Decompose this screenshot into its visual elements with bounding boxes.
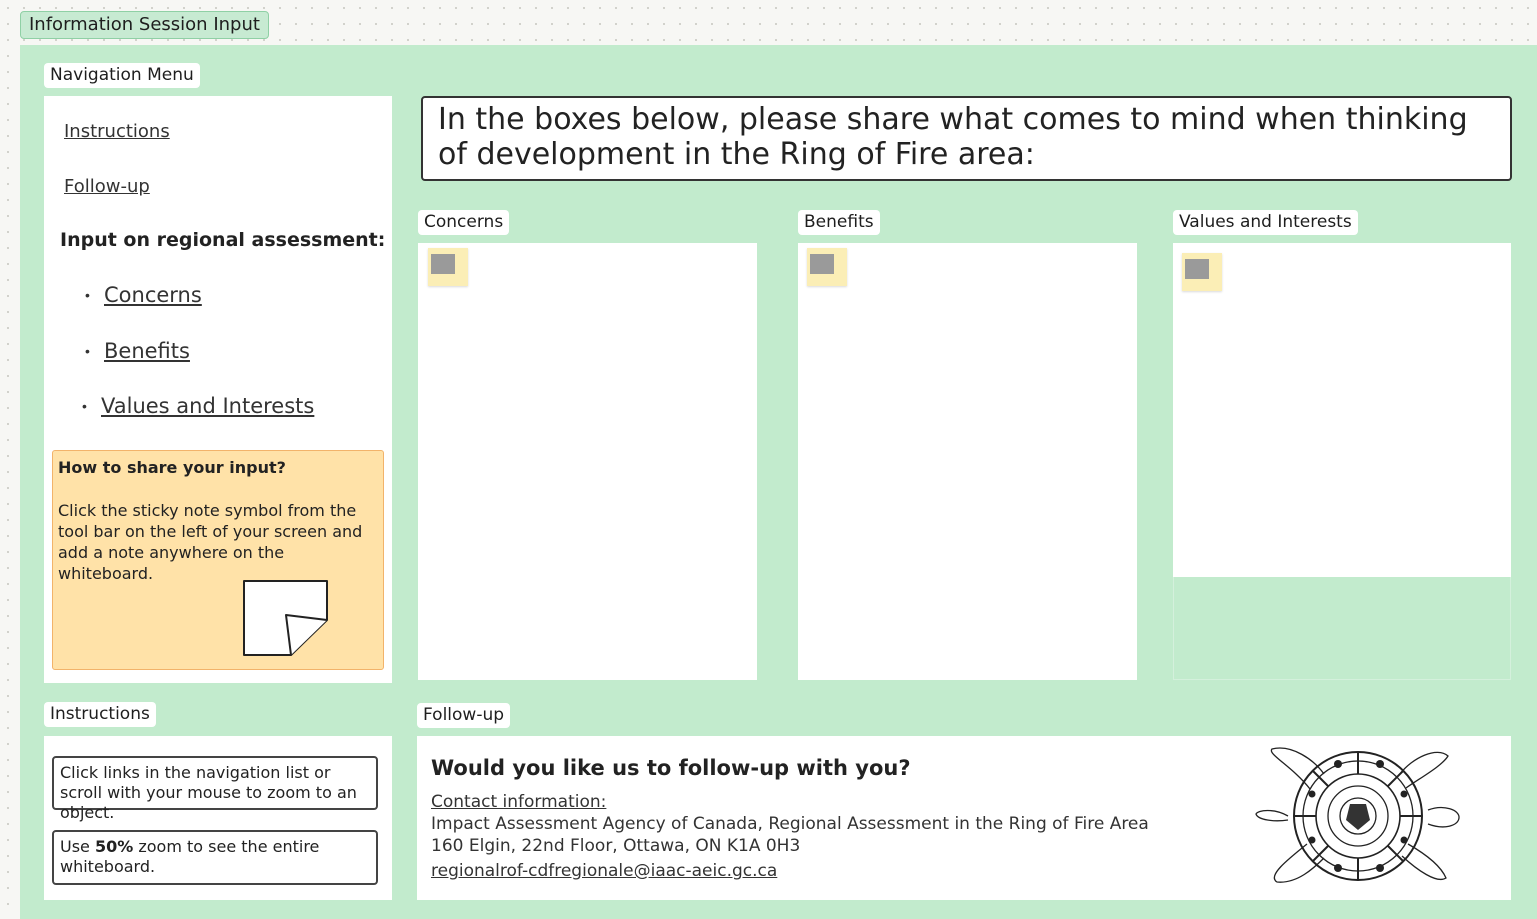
sticky-note-icon xyxy=(243,580,328,656)
contact-email-link[interactable]: regionalrof-cdfregionale@iaac-aeic.gc.ca xyxy=(431,861,777,881)
nav-link-instructions[interactable]: Instructions xyxy=(64,121,170,142)
follow-up-label: Follow-up xyxy=(417,703,511,728)
values-and-interests-label: Values and Interests xyxy=(1173,210,1358,235)
nav-link-values-and-interests[interactable]: Values and Interests xyxy=(101,394,314,418)
instructions-box-navigation: Click links in the navigation list or sc… xyxy=(52,756,378,822)
instructions-box-zoom: Use 50% zoom to see the entire whiteboar… xyxy=(52,830,378,885)
frame-title-tab[interactable]: Information Session Input xyxy=(20,11,269,39)
how-to-share-body: Click the sticky note symbol from the to… xyxy=(58,501,363,583)
navigation-menu-label: Navigation Menu xyxy=(44,63,200,88)
agency-address: 160 Elgin, 22nd Floor, Ottawa, ON K1A 0H… xyxy=(431,836,801,856)
values-board-outline xyxy=(1173,577,1511,680)
nav-link-follow-up[interactable]: Follow-up xyxy=(64,176,150,197)
bullet-icon: • xyxy=(82,398,87,414)
zoom-text-prefix: Use xyxy=(60,837,95,856)
agency-name: Impact Assessment Agency of Canada, Regi… xyxy=(431,814,1149,834)
prompt-text: In the boxes below, please share what co… xyxy=(438,102,1468,172)
instructions-label: Instructions xyxy=(44,702,156,727)
sticky-note[interactable] xyxy=(428,248,468,286)
bullet-icon: • xyxy=(85,343,90,359)
benefits-label: Benefits xyxy=(798,210,880,235)
benefits-board[interactable] xyxy=(798,243,1137,680)
how-to-share-box[interactable]: How to share your input? Click the stick… xyxy=(52,450,384,670)
sticky-note[interactable] xyxy=(1182,253,1222,291)
nav-link-concerns[interactable]: Concerns xyxy=(104,283,202,307)
how-to-share-title: How to share your input? xyxy=(58,458,286,477)
values-and-interests-board[interactable] xyxy=(1173,243,1511,577)
contact-information-heading: Contact information: xyxy=(431,792,607,812)
prompt-box: In the boxes below, please share what co… xyxy=(421,96,1512,181)
turtle-logo xyxy=(1255,747,1460,883)
follow-up-question: Would you like us to follow-up with you? xyxy=(431,756,911,780)
nav-heading: Input on regional assessment: xyxy=(60,229,386,251)
sticky-note[interactable] xyxy=(807,248,847,286)
concerns-board[interactable] xyxy=(418,243,757,680)
bullet-icon: • xyxy=(85,287,90,303)
nav-link-benefits[interactable]: Benefits xyxy=(104,339,190,363)
zoom-percent: 50% xyxy=(94,837,134,856)
concerns-label: Concerns xyxy=(418,210,510,235)
